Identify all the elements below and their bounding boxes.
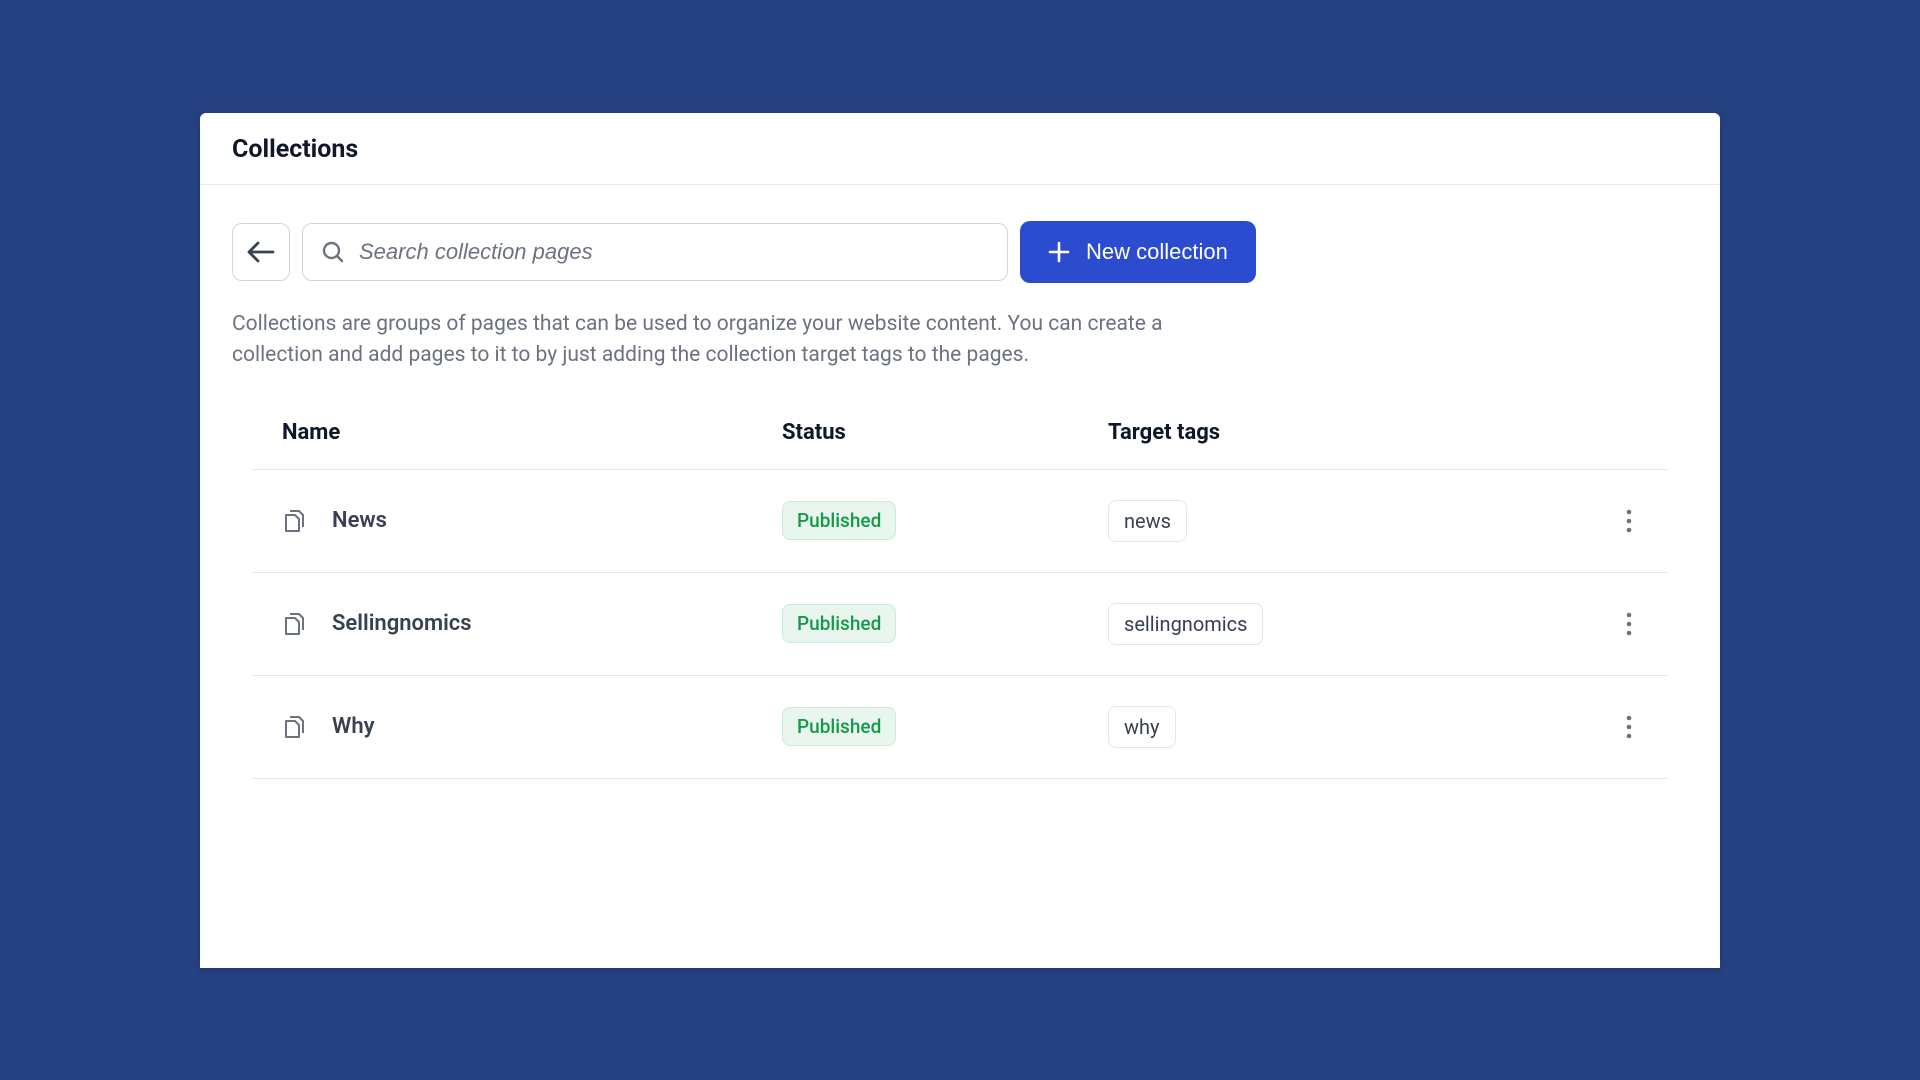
page-title: Collections [232,135,1688,164]
files-icon [282,611,306,637]
tags-cell: news [1108,500,1582,542]
new-collection-button[interactable]: New collection [1020,221,1256,283]
table-header-row: Name Status Target tags [252,420,1668,470]
collections-panel: Collections [200,113,1720,968]
more-vertical-icon [1626,509,1632,533]
more-vertical-icon [1626,715,1632,739]
files-icon [282,714,306,740]
actions-cell [1582,709,1638,745]
tags-cell: sellingnomics [1108,603,1582,645]
name-cell: Sellingnomics [282,611,782,637]
status-cell: Published [782,604,1108,643]
status-badge: Published [782,501,896,540]
table-row[interactable]: News Published news [252,470,1668,573]
status-cell: Published [782,501,1108,540]
collections-table: Name Status Target tags News [252,420,1668,779]
collections-description: Collections are groups of pages that can… [232,309,1252,372]
tags-cell: why [1108,706,1582,748]
name-cell: News [282,508,782,534]
toolbar: New collection [232,221,1688,283]
name-cell: Why [282,714,782,740]
table-row[interactable]: Why Published why [252,676,1668,779]
collection-name: Why [332,714,375,739]
search-input[interactable] [359,239,989,265]
plus-icon [1048,241,1070,263]
actions-cell [1582,503,1638,539]
column-header-tags: Target tags [1108,420,1582,445]
arrow-left-icon [246,240,276,264]
collection-name: Sellingnomics [332,611,472,636]
target-tag: why [1108,706,1176,748]
row-actions-button[interactable] [1620,503,1638,539]
row-actions-button[interactable] [1620,709,1638,745]
search-field-wrapper[interactable] [302,223,1008,281]
files-icon [282,508,306,534]
collection-name: News [332,508,387,533]
status-cell: Published [782,707,1108,746]
panel-content: New collection Collections are groups of… [200,185,1720,779]
status-badge: Published [782,604,896,643]
back-button[interactable] [232,223,290,281]
search-icon [321,240,345,264]
panel-header: Collections [200,113,1720,185]
status-badge: Published [782,707,896,746]
target-tag: news [1108,500,1187,542]
new-collection-label: New collection [1086,239,1228,265]
actions-cell [1582,606,1638,642]
row-actions-button[interactable] [1620,606,1638,642]
column-header-status: Status [782,420,1108,445]
table-row[interactable]: Sellingnomics Published sellingnomics [252,573,1668,676]
column-header-name: Name [282,420,782,445]
target-tag: sellingnomics [1108,603,1263,645]
more-vertical-icon [1626,612,1632,636]
